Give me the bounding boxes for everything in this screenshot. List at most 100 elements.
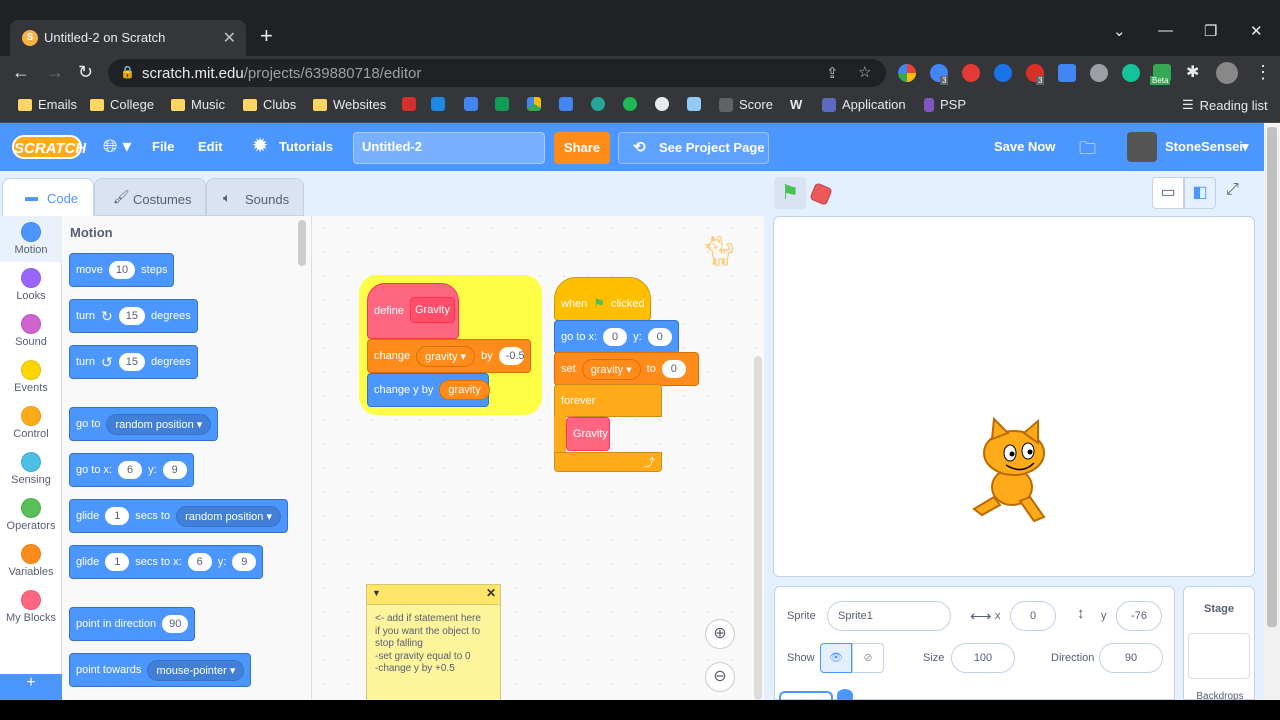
block-point-towards[interactable]: point towards mouse-pointer ▾ xyxy=(69,653,252,687)
block-forever[interactable]: forever xyxy=(554,384,662,417)
comment-note[interactable]: ▼ ✕ <- add if statement here if you want… xyxy=(366,584,501,719)
variable-dropdown[interactable]: gravity ▾ xyxy=(416,345,476,367)
small-stage-button[interactable]: ▭ xyxy=(1152,177,1184,209)
tab-code[interactable]: ▬ Code xyxy=(2,178,94,216)
zoom-in-button[interactable]: ⊕ xyxy=(705,619,735,649)
username[interactable]: StoneSensei xyxy=(1165,139,1243,154)
category-sensing[interactable]: Sensing xyxy=(0,446,62,492)
bookmark-music[interactable]: Music xyxy=(171,97,225,112)
bookmark-websites[interactable]: Websites xyxy=(313,97,386,112)
scratch-logo[interactable]: SCRATCH xyxy=(12,135,86,159)
forward-icon[interactable]: → xyxy=(46,62,64,83)
file-menu[interactable]: File xyxy=(152,139,174,154)
close-comment-icon[interactable]: ✕ xyxy=(486,586,496,600)
bookmark-w[interactable]: W xyxy=(790,97,802,112)
language-globe-icon[interactable]: 🌐︎ ▾ xyxy=(103,136,131,157)
backdrop-thumbnail[interactable] xyxy=(1188,633,1250,679)
bookmark-shortcut[interactable] xyxy=(464,97,478,111)
palette-scrollbar[interactable] xyxy=(298,220,306,266)
block-input[interactable]: 9 xyxy=(162,461,187,479)
block-input[interactable]: 10 xyxy=(108,261,136,279)
minimize-icon[interactable]: — xyxy=(1158,22,1173,39)
zoom-out-button[interactable]: ⊖ xyxy=(705,662,735,692)
block-input[interactable]: 0 xyxy=(661,360,686,378)
block-glide-to-xy[interactable]: glide 1 secs to x: 6 y: 9 xyxy=(69,545,264,579)
sprite-y-input[interactable]: -76 xyxy=(1116,601,1162,631)
add-extension-button[interactable]: + xyxy=(0,674,62,700)
bookmark-college[interactable]: College xyxy=(90,97,154,112)
bookmark-clubs[interactable]: Clubs xyxy=(243,97,296,112)
edit-menu[interactable]: Edit xyxy=(198,139,223,154)
block-change-gravity[interactable]: change gravity ▾ by -0.5 xyxy=(367,339,531,373)
category-control[interactable]: Control xyxy=(0,400,62,446)
extension-shield-icon[interactable] xyxy=(962,64,980,82)
variable-dropdown[interactable]: gravity ▾ xyxy=(581,358,641,380)
block-move-steps[interactable]: move 10 steps xyxy=(69,253,175,287)
sprite-size-input[interactable]: 100 xyxy=(951,643,1015,673)
save-now-button[interactable]: Save Now xyxy=(994,139,1055,154)
variable-reporter[interactable]: gravity xyxy=(439,380,490,400)
block-input[interactable]: 90 xyxy=(162,615,189,633)
bookmark-shortcut[interactable] xyxy=(402,97,416,111)
block-define-gravity[interactable]: define Gravity xyxy=(367,283,459,339)
block-set-gravity[interactable]: set gravity ▾ to 0 xyxy=(554,352,699,386)
sprite-name-input[interactable]: Sprite1 xyxy=(827,601,951,631)
stage-canvas[interactable] xyxy=(773,216,1255,577)
bookmark-shortcut[interactable] xyxy=(623,97,637,111)
block-glide-to[interactable]: glide 1 secs to random position ▾ xyxy=(69,499,288,533)
browser-tab[interactable]: S Untitled-2 on Scratch ✕ xyxy=(10,20,246,56)
my-stuff-folder-icon[interactable]: 🗀 xyxy=(1079,136,1096,165)
bookmark-shortcut[interactable] xyxy=(687,97,701,111)
block-input[interactable]: 15 xyxy=(118,307,145,325)
bookmark-application[interactable]: Application xyxy=(822,97,906,112)
block-go-to-xy[interactable]: go to x: 0 y: 0 xyxy=(554,320,679,354)
category-sound[interactable]: Sound xyxy=(0,308,62,354)
close-window-icon[interactable]: ✕ xyxy=(1250,22,1263,40)
show-visible-button[interactable]: 👁︎ xyxy=(820,643,852,673)
block-go-to-xy[interactable]: go to x: 6 y: 9 xyxy=(69,453,194,487)
bookmark-shortcut[interactable] xyxy=(431,97,445,111)
profile-avatar[interactable] xyxy=(1216,62,1238,84)
bookmark-star-icon[interactable]: ☆ xyxy=(858,63,871,81)
category-events[interactable]: Events xyxy=(0,354,62,400)
block-dropdown[interactable]: random position ▾ xyxy=(106,413,212,435)
block-call-gravity[interactable]: Gravity xyxy=(566,417,610,451)
see-project-page-button[interactable]: ⟲ See Project Page xyxy=(618,132,769,164)
block-input[interactable]: 1 xyxy=(105,507,130,525)
block-input[interactable]: 0 xyxy=(603,328,628,346)
block-dropdown[interactable]: mouse-pointer ▾ xyxy=(147,659,245,681)
block-input[interactable]: 6 xyxy=(118,461,143,479)
block-input[interactable]: 9 xyxy=(232,553,257,571)
block-dropdown[interactable]: random position ▾ xyxy=(176,505,281,527)
scrollbar-thumb[interactable] xyxy=(1267,127,1277,627)
browser-menu-icon[interactable]: ⋮ xyxy=(1254,62,1272,83)
bookmark-shortcut[interactable] xyxy=(495,97,509,111)
block-turn-right[interactable]: turn ↻ 15 degrees xyxy=(69,299,198,333)
category-motion[interactable]: Motion xyxy=(0,216,62,262)
block-go-to[interactable]: go to random position ▾ xyxy=(69,407,219,441)
account-caret-icon[interactable]: ▾ xyxy=(1242,139,1249,155)
bookmark-score[interactable]: Score xyxy=(719,97,773,112)
user-avatar[interactable] xyxy=(1127,132,1157,162)
bookmark-shortcut[interactable] xyxy=(591,97,605,111)
back-icon[interactable]: ← xyxy=(12,62,30,83)
tutorials-button[interactable]: Tutorials xyxy=(279,139,333,154)
block-input[interactable]: 1 xyxy=(105,553,130,571)
share-button[interactable]: Share xyxy=(554,132,610,164)
extension-face-icon[interactable] xyxy=(1090,64,1108,82)
new-tab-icon[interactable]: + xyxy=(260,24,273,48)
grammarly-icon[interactable] xyxy=(1122,64,1140,82)
bookmark-shortcut[interactable] xyxy=(527,97,541,111)
block-input[interactable]: -0.5 xyxy=(498,347,525,365)
category-variables[interactable]: Variables xyxy=(0,538,62,584)
extension-color-icon[interactable] xyxy=(898,64,916,82)
tab-sounds[interactable]: 🔈︎ Sounds xyxy=(206,178,304,216)
sprite-x-input[interactable]: 0 xyxy=(1010,601,1056,631)
stop-button[interactable] xyxy=(809,182,833,206)
block-change-y[interactable]: change y by gravity xyxy=(367,373,490,407)
hide-sprite-button[interactable]: ⊘ xyxy=(852,643,884,673)
address-bar[interactable]: 🔒 scratch.mit.edu/projects/639880718/edi… xyxy=(108,59,886,87)
block-turn-left[interactable]: turn ↺ 15 degrees xyxy=(69,345,198,379)
block-when-flag-clicked[interactable]: when ⚑ clicked xyxy=(554,277,651,321)
stage-selector[interactable]: Stage Backdrops xyxy=(1183,586,1255,702)
